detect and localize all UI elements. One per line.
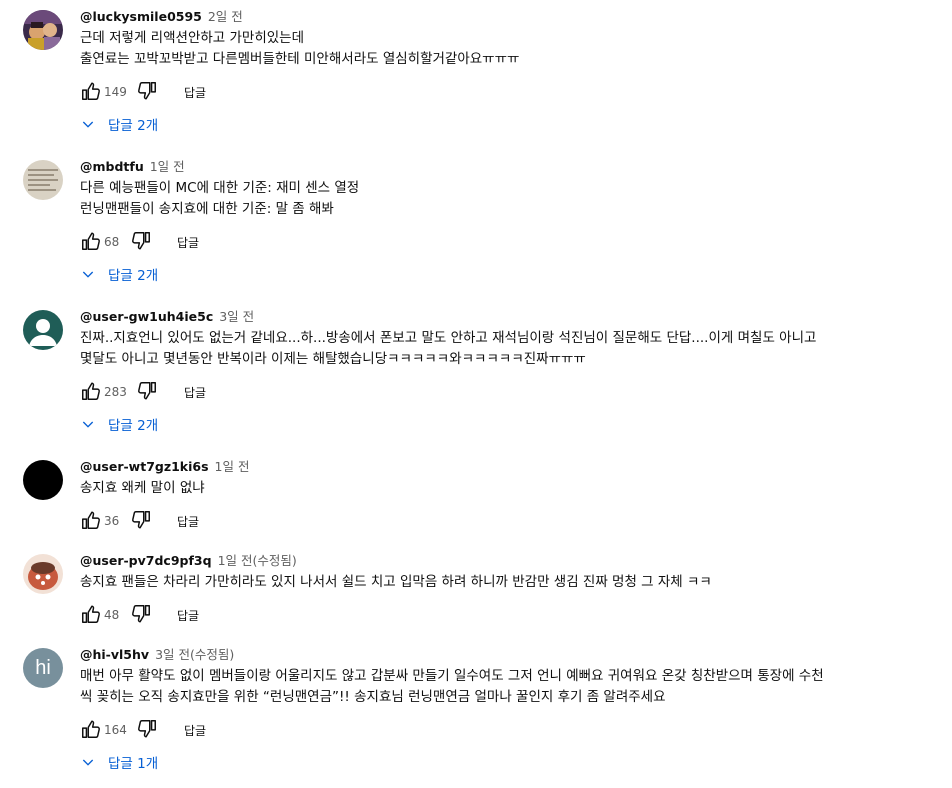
comment-text: 매번 아무 활약도 없이 멤버들이랑 어울리지도 않고 갑분싸 만들기 일수여도… [80,668,824,705]
thumbs-up-icon[interactable] [80,603,102,625]
thumbs-down-icon[interactable] [136,718,158,740]
thumbs-up-icon[interactable] [80,230,102,252]
thumbs-up-icon[interactable] [80,80,102,102]
like-count: 68 [104,235,120,249]
comment-header: @luckysmile0595 2일 전 [80,8,912,26]
view-replies-button[interactable]: 답글 1개 [80,748,158,776]
avatar[interactable] [23,310,63,350]
comment-body: @hi-vl5hv 3일 전(수정됨) 매번 아무 활약도 없이 멤버들이랑 어울… [80,646,912,746]
avatar[interactable]: hi [23,648,63,688]
reply-button[interactable]: 답글 [177,513,199,530]
replies-label: 답글 2개 [108,268,159,284]
comment-actions: 283 답글 [80,376,912,408]
thumbs-up-icon[interactable] [80,509,102,531]
like-count: 164 [104,723,127,737]
thumbs-down-icon[interactable] [130,509,152,531]
chevron-down-icon [80,754,108,770]
chevron-down-icon [80,266,108,282]
replies-label: 답글 2개 [108,418,159,434]
comment-author[interactable]: @hi-vl5hv [80,647,149,662]
comment-author[interactable]: @user-wt7gz1ki6s [80,459,209,474]
comment-body: @luckysmile0595 2일 전 근데 저렇게 리액션안하고 가만히있는데… [80,8,912,108]
comment-author[interactable]: @user-gw1uh4ie5c [80,309,213,324]
comment-actions: 68 답글 [80,226,912,258]
chevron-down-icon [80,416,108,432]
like-count: 36 [104,514,120,528]
thumbs-down-icon[interactable] [136,80,158,102]
comment-actions: 48 답글 [80,599,912,631]
reply-button[interactable]: 답글 [177,234,199,251]
comment-actions: 149 답글 [80,76,912,108]
comment-author[interactable]: @luckysmile0595 [80,9,202,24]
like-count: 149 [104,85,127,99]
comment-text: 다른 예능팬들이 MC에 대한 기준: 재미 센스 열정 런닝맨팬들이 송지효에… [80,180,360,217]
comment-body: @user-gw1uh4ie5c 3일 전 진짜..지효언니 있어도 없는거 같네… [80,308,912,408]
thumbs-down-icon[interactable] [136,380,158,402]
avatar-initials: hi [35,656,51,679]
reply-button[interactable]: 답글 [184,84,206,101]
comment-body: @mbdtfu 1일 전 다른 예능팬들이 MC에 대한 기준: 재미 센스 열정… [80,158,912,258]
avatar[interactable] [23,554,63,594]
reply-button[interactable]: 답글 [184,722,206,739]
view-replies-button[interactable]: 답글 2개 [80,110,158,138]
comment-header: @hi-vl5hv 3일 전(수정됨) [80,646,912,664]
chevron-down-icon [80,116,108,132]
comment-time[interactable]: 3일 전 [219,309,254,324]
comment-time[interactable]: 2일 전 [208,9,243,24]
comment-author[interactable]: @user-pv7dc9pf3q [80,553,212,568]
comment-text: 진짜..지효언니 있어도 없는거 같네요...하...방송에서 폰보고 말도 안… [80,330,817,367]
comment-author[interactable]: @mbdtfu [80,159,144,174]
reply-button[interactable]: 답글 [184,384,206,401]
reply-button[interactable]: 답글 [177,607,199,624]
comment-header: @mbdtfu 1일 전 [80,158,912,176]
like-count: 48 [104,608,120,622]
replies-label: 답글 1개 [108,756,159,772]
comment-body: @user-pv7dc9pf3q 1일 전(수정됨) 송지효 팬들은 차라리 가만… [80,552,912,631]
comment-header: @user-gw1uh4ie5c 3일 전 [80,308,912,326]
comment-time[interactable]: 1일 전 [150,159,185,174]
avatar[interactable] [23,10,63,50]
replies-label: 답글 2개 [108,118,159,134]
comment-text: 송지효 팬들은 차라리 가만히라도 있지 나서서 쉴드 치고 입막음 하려 하니… [80,574,712,590]
comment-header: @user-pv7dc9pf3q 1일 전(수정됨) [80,552,912,570]
comment-actions: 36 답글 [80,505,912,537]
comment-body: @user-wt7gz1ki6s 1일 전 송지효 왜케 말이 없냐 36 답글 [80,458,912,537]
comment-text: 근데 저렇게 리액션안하고 가만히있는데 출연료는 꼬박꼬박받고 다른멤버들한테… [80,30,520,67]
comment-time[interactable]: 1일 전(수정됨) [218,553,297,568]
thumbs-up-icon[interactable] [80,718,102,740]
comment-time[interactable]: 3일 전(수정됨) [155,647,234,662]
view-replies-button[interactable]: 답글 2개 [80,410,158,438]
comment-time[interactable]: 1일 전 [215,459,250,474]
comment-text: 송지효 왜케 말이 없냐 [80,480,205,496]
like-count: 283 [104,385,127,399]
comment-actions: 164 답글 [80,714,912,746]
thumbs-down-icon[interactable] [130,230,152,252]
thumbs-up-icon[interactable] [80,380,102,402]
view-replies-button[interactable]: 답글 2개 [80,260,158,288]
comment-header: @user-wt7gz1ki6s 1일 전 [80,458,912,476]
avatar[interactable] [23,460,63,500]
thumbs-down-icon[interactable] [130,603,152,625]
avatar[interactable] [23,160,63,200]
